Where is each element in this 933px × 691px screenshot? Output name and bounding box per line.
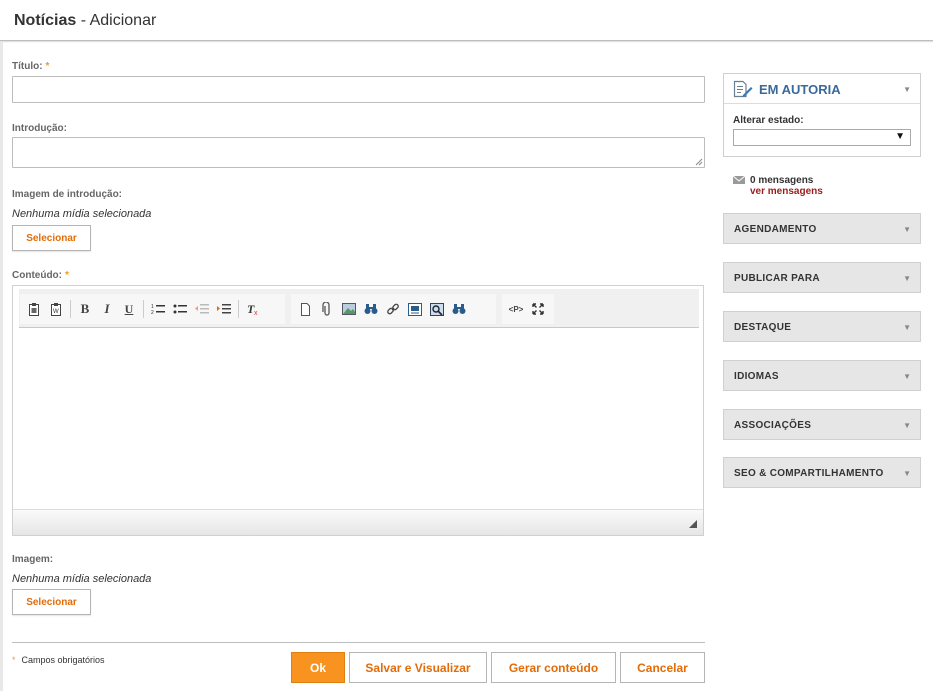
ok-button[interactable]: Ok	[291, 652, 345, 683]
chevron-down-icon: ▼	[903, 323, 911, 332]
required-fields-note: * Campos obrigatórios	[12, 655, 105, 665]
state-title: EM AUTORIA	[759, 82, 841, 97]
accordion-idiomas[interactable]: IDIOMAS ▼	[723, 360, 921, 391]
imagem-label: Imagem:	[12, 554, 54, 565]
bold-icon[interactable]: B	[74, 298, 96, 320]
preview-icon[interactable]	[426, 298, 448, 320]
find-icon[interactable]	[360, 298, 382, 320]
chevron-down-icon: ▼	[903, 469, 911, 478]
editor-toolbar: W B I U 12 Tx <P>	[19, 289, 699, 328]
editor-status-bar	[13, 509, 703, 535]
toolbar-separator	[70, 300, 71, 318]
imagem-select-button[interactable]: Selecionar	[12, 589, 91, 615]
editor-resize-handle[interactable]	[689, 520, 697, 528]
outdent-icon[interactable]	[191, 298, 213, 320]
svg-text:2: 2	[151, 310, 154, 315]
page-header: Notícias - Adicionar	[0, 0, 933, 41]
accordion-seo[interactable]: SEO & COMPARTILHAMENTO ▼	[723, 457, 921, 488]
indent-icon[interactable]	[213, 298, 235, 320]
section-name: Notícias	[14, 12, 77, 29]
workflow-panel-header[interactable]: EM AUTORIA ▼	[724, 74, 920, 104]
intro-label: Introdução:	[12, 123, 67, 134]
chevron-down-icon: ▼	[903, 421, 911, 430]
link-icon[interactable]	[382, 298, 404, 320]
accordion-destaque[interactable]: DESTAQUE ▼	[723, 311, 921, 342]
change-state-label: Alterar estado:	[733, 115, 804, 126]
toolbar-separator	[143, 300, 144, 318]
embed-icon[interactable]	[404, 298, 426, 320]
document-edit-icon	[733, 80, 753, 98]
toolbar-separator	[238, 300, 239, 318]
img-intro-label: Imagem de introdução:	[12, 189, 123, 200]
accordion-agendamento[interactable]: AGENDAMENTO ▼	[723, 213, 921, 244]
messages-count: 0 mensagens	[750, 175, 814, 186]
footer-divider	[12, 642, 705, 643]
numbered-list-icon[interactable]: 12	[147, 298, 169, 320]
toolbar-group-format: W B I U 12 Tx	[20, 294, 285, 324]
chevron-down-icon: ▼	[903, 85, 911, 94]
img-intro-select-button[interactable]: Selecionar	[12, 225, 91, 251]
italic-icon[interactable]: I	[96, 298, 118, 320]
chevron-down-icon: ▼	[903, 225, 911, 234]
toolbar-group-tools: <P>	[502, 294, 554, 324]
accordion-publicar-para[interactable]: PUBLICAR PARA ▼	[723, 262, 921, 293]
img-intro-note: Nenhuma mídia selecionada	[12, 208, 152, 220]
maximize-icon[interactable]	[527, 298, 549, 320]
page-title: Notícias - Adicionar	[14, 12, 156, 30]
image-icon[interactable]	[338, 298, 360, 320]
generate-content-button[interactable]: Gerar conteúdo	[491, 652, 616, 683]
envelope-icon	[733, 176, 745, 184]
bullet-list-icon[interactable]	[169, 298, 191, 320]
view-messages-link[interactable]: ver mensagens	[750, 186, 823, 197]
conteudo-label: Conteúdo: *	[12, 270, 69, 281]
title-separator: -	[76, 12, 90, 29]
titulo-label: Título: *	[12, 61, 50, 72]
textarea-resize-icon[interactable]	[695, 158, 703, 166]
rich-text-editor: W B I U 12 Tx <P>	[12, 285, 704, 536]
remove-format-icon[interactable]: Tx	[242, 298, 264, 320]
find-replace-icon[interactable]	[448, 298, 470, 320]
save-preview-button[interactable]: Salvar e Visualizar	[349, 652, 487, 683]
chevron-down-icon: ▼	[903, 274, 911, 283]
cancel-button[interactable]: Cancelar	[620, 652, 705, 683]
chevron-down-icon: ▼	[903, 372, 911, 381]
paste-icon[interactable]	[23, 298, 45, 320]
state-select[interactable]: ▼	[733, 129, 911, 146]
accordion-associacoes[interactable]: ASSOCIAÇÕES ▼	[723, 409, 921, 440]
paste-word-icon[interactable]: W	[45, 298, 67, 320]
dropdown-arrow-icon: ▼	[895, 131, 905, 142]
document-icon[interactable]	[294, 298, 316, 320]
left-border	[0, 42, 3, 691]
imagem-note: Nenhuma mídia selecionada	[12, 573, 152, 585]
required-mark: *	[45, 61, 50, 72]
required-mark: *	[12, 655, 16, 665]
source-code-icon[interactable]: <P>	[505, 298, 527, 320]
underline-icon[interactable]: U	[118, 298, 140, 320]
action-name: Adicionar	[89, 12, 157, 29]
svg-text:W: W	[53, 309, 59, 315]
toolbar-group-insert	[291, 294, 496, 324]
svg-text:x: x	[254, 310, 258, 316]
required-mark: *	[65, 270, 69, 281]
attach-icon[interactable]	[316, 298, 338, 320]
intro-textarea[interactable]	[12, 137, 705, 168]
workflow-panel: EM AUTORIA ▼ Alterar estado: ▼	[723, 73, 921, 157]
titulo-input[interactable]	[12, 76, 705, 103]
